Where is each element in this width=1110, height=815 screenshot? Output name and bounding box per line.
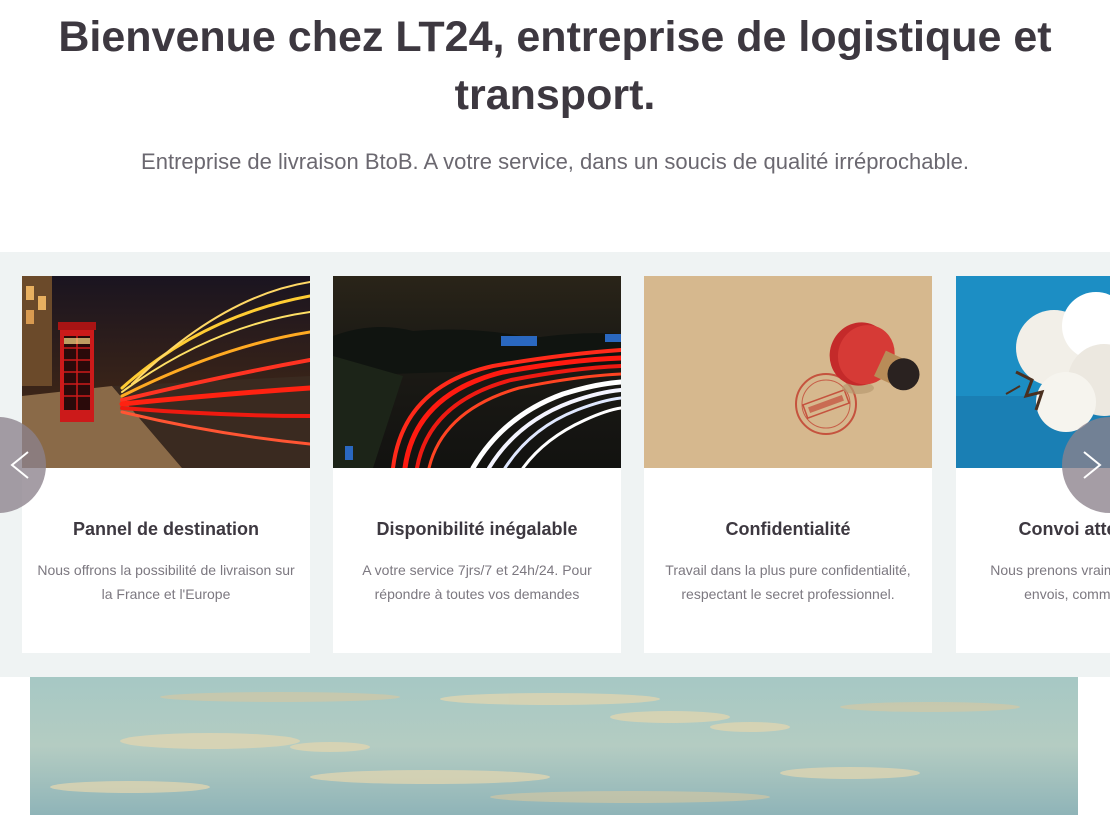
card-description: Travail dans la plus pure confidentialit… [665,562,911,602]
card-description: Nous offrons la possibilité de livraison… [37,562,295,602]
card-title: Convoi attentionné [1018,519,1110,539]
carousel-card-availability[interactable]: Disponibilité inégalable A votre service… [333,276,621,653]
chevron-right-icon [1083,451,1102,479]
highway-night-image [333,276,621,468]
card-title: Pannel de destination [72,519,260,539]
page-subtitle: Entreprise de livraison BtoB. A votre se… [141,149,969,174]
chevron-left-icon [10,451,29,479]
top-secret-stamp-image [644,276,932,468]
services-carousel: Pannel de destination Nous offrons la po… [0,252,1110,677]
carousel-card-confidentiality[interactable]: Confidentialité Travail dans la plus pur… [644,276,932,653]
page-title: Bienvenue chez LT24, entreprise de logis… [58,13,1052,119]
card-description: A votre service 7jrs/7 et 24h/24. Pour r… [362,562,592,602]
carousel-card-destination[interactable]: Pannel de destination Nous offrons la po… [22,276,310,653]
card-title: Disponibilité inégalable [376,519,578,539]
hero-section: Bienvenue chez LT24, entreprise de logis… [0,0,1110,252]
card-title: Confidentialité [725,519,851,539]
sky-banner-image [30,677,1078,815]
card-description: Nous prenons vraiment soin de vos envois… [990,562,1110,602]
london-street-image [22,276,310,468]
